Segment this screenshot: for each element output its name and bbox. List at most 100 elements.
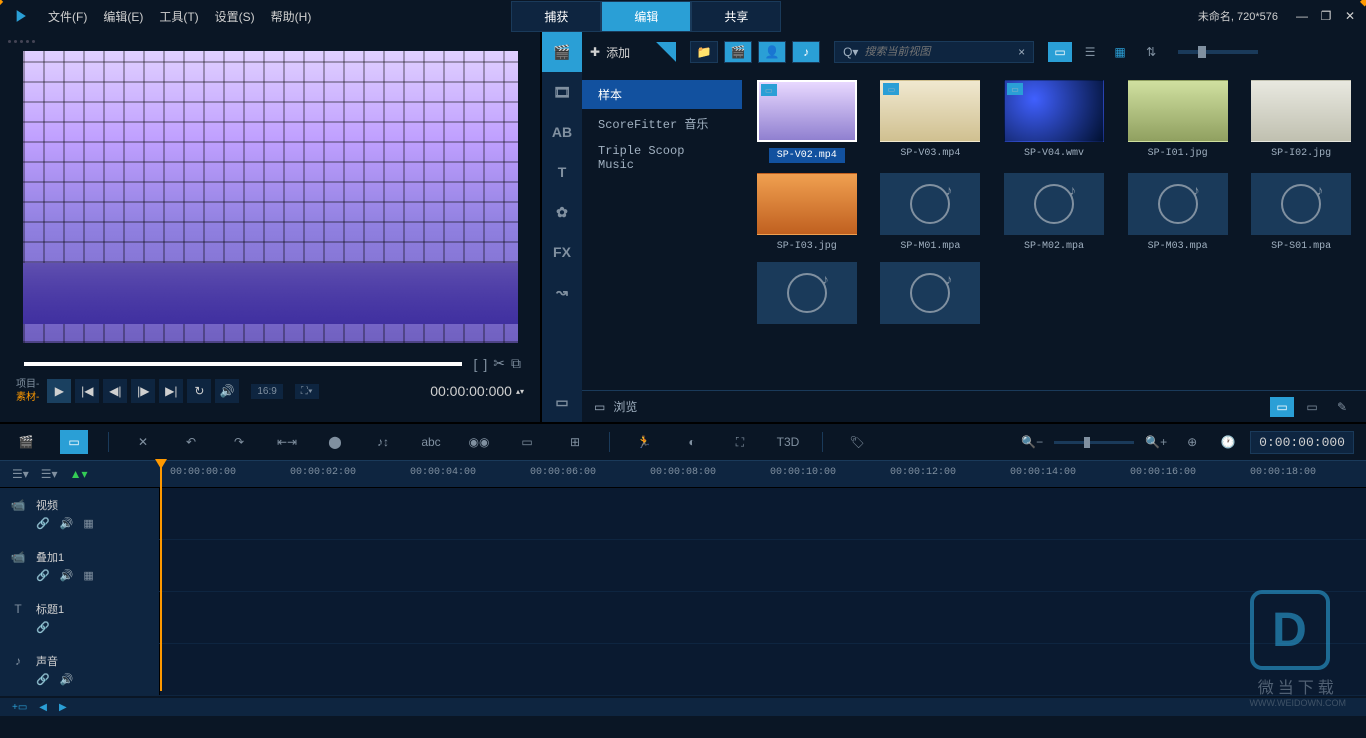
track-content[interactable] [160, 540, 1366, 591]
aspect-dropdown[interactable]: 16:9 [251, 384, 282, 399]
preview-timecode[interactable]: 00:00:00:000▴▾ [430, 383, 524, 399]
redo-button[interactable]: ↷ [225, 430, 253, 454]
sort-button[interactable]: ⇅ [1146, 45, 1156, 59]
clear-search-button[interactable]: × [1018, 45, 1025, 59]
playhead[interactable] [160, 461, 162, 691]
thumbnail-zoom-slider[interactable] [1178, 50, 1258, 54]
lib-transitions-button[interactable]: 🎞 [542, 72, 582, 112]
lib-browse-toggle[interactable]: ▭ [542, 382, 582, 422]
chapter-button[interactable]: ▭ [513, 430, 541, 454]
next-frame-button[interactable]: |▶ [131, 379, 155, 403]
tree-triplescoop[interactable]: Triple Scoop Music [582, 138, 742, 178]
video-filter[interactable]: 🎬 [724, 41, 752, 63]
zoom-out-button[interactable]: 🔍− [1018, 430, 1046, 454]
browse-button[interactable]: ▭浏览 [594, 398, 637, 415]
track-audio-button[interactable]: 🔊 [60, 569, 74, 582]
close-button[interactable]: ✕ [1342, 8, 1358, 24]
media-item[interactable]: ▭SP-V04.wmv [997, 80, 1111, 163]
lib-fx-button[interactable]: FX [542, 232, 582, 272]
crop-button[interactable]: ⛶ [726, 430, 754, 454]
record-button[interactable]: ⬤ [321, 430, 349, 454]
media-item[interactable]: SP-I01.jpg [1121, 80, 1235, 163]
track-options-1[interactable]: ☰▾ [12, 467, 29, 481]
add-media-button[interactable]: ✚添加 [590, 44, 630, 61]
timeline-ruler[interactable]: 00:00:00:0000:00:02:0000:00:04:0000:00:0… [160, 461, 1366, 487]
media-item[interactable]: SP-M01.mpa [874, 173, 988, 252]
play-button[interactable]: ▶ [47, 379, 71, 403]
fit-button[interactable]: ⊕ [1178, 430, 1206, 454]
volume-button[interactable]: 🔊 [215, 379, 239, 403]
menu-file[interactable]: 文件(F) [48, 8, 87, 25]
menu-help[interactable]: 帮助(H) [271, 8, 312, 25]
media-item[interactable] [874, 262, 988, 324]
media-item[interactable] [750, 262, 864, 324]
track-header[interactable]: 📹叠加1🔗🔊▦ [0, 540, 160, 591]
loop-button[interactable]: ↻ [187, 379, 211, 403]
track-add-button[interactable]: ▲▾ [70, 467, 88, 481]
minimize-button[interactable]: — [1294, 8, 1310, 24]
track-content[interactable] [160, 644, 1366, 695]
motion-button[interactable]: 🏃 [630, 430, 658, 454]
track-audio-button[interactable]: 🔊 [60, 517, 74, 530]
seek-bar[interactable] [24, 362, 462, 366]
search-input[interactable] [864, 46, 1012, 58]
view-large-button[interactable]: ▭ [1048, 42, 1072, 62]
view-list-button[interactable]: ☰ [1078, 42, 1102, 62]
media-item[interactable]: SP-M03.mpa [1121, 173, 1235, 252]
lib-titles-button[interactable]: AB [542, 112, 582, 152]
clock-button[interactable]: 🕐 [1214, 430, 1242, 454]
maximize-button[interactable]: ❐ [1318, 8, 1334, 24]
goto-end-button[interactable]: ▶| [159, 379, 183, 403]
grid-button[interactable]: ⊞ [561, 430, 589, 454]
panel-layout-2[interactable]: ▭ [1300, 397, 1324, 417]
track-grid-button[interactable]: ▦ [83, 569, 93, 582]
zoom-in-button[interactable]: 🔍+ [1142, 430, 1170, 454]
track-header[interactable]: 📹视频🔗🔊▦ [0, 488, 160, 539]
mark-out-button[interactable]: ] [483, 356, 487, 372]
resize-dropdown[interactable]: ⛶▾ [295, 384, 319, 399]
3d-title-button[interactable]: T3D [774, 430, 802, 454]
track-link-button[interactable]: 🔗 [36, 673, 50, 686]
menu-settings[interactable]: 设置(S) [215, 8, 255, 25]
tree-scorefitter[interactable]: ScoreFitter 音乐 [582, 109, 742, 138]
scroll-right-button[interactable]: ▶ [59, 702, 67, 713]
media-item[interactable]: SP-I02.jpg [1244, 80, 1358, 163]
goto-start-button[interactable]: |◀ [75, 379, 99, 403]
mark-in-handle[interactable]: ◆ [0, 0, 6, 6]
undo-button[interactable]: ↶ [177, 430, 205, 454]
media-item[interactable]: ▭SP-V03.mp4 [874, 80, 988, 163]
track-link-button[interactable]: 🔗 [36, 569, 50, 582]
media-item[interactable]: SP-M02.mpa [997, 173, 1111, 252]
view-grid-button[interactable]: ▦ [1108, 42, 1132, 62]
marker-button[interactable]: 🏷 [843, 430, 871, 454]
tab-edit[interactable]: 编辑 [601, 1, 691, 32]
track-link-button[interactable]: 🔗 [36, 517, 50, 530]
prev-frame-button[interactable]: ◀| [103, 379, 127, 403]
lib-paths-button[interactable]: ↝ [542, 272, 582, 312]
timeline-timecode[interactable]: 0:00:00:000 [1250, 431, 1354, 454]
track-header[interactable]: T标题1🔗 [0, 592, 160, 643]
pin-icon[interactable] [656, 42, 676, 62]
track-grid-button[interactable]: ▦ [83, 517, 93, 530]
media-item[interactable]: SP-S01.mpa [1244, 173, 1358, 252]
folder-filter[interactable]: 📁 [690, 41, 718, 63]
photo-filter[interactable]: 👤 [758, 41, 786, 63]
track-header[interactable]: ♪声音🔗🔊 [0, 644, 160, 695]
lib-media-button[interactable]: 🎬 [542, 32, 582, 72]
timeline-zoom-slider[interactable] [1054, 441, 1134, 444]
media-item[interactable]: SP-I03.jpg [750, 173, 864, 252]
panel-edit-button[interactable]: ✎ [1330, 397, 1354, 417]
snapshot-button[interactable]: ⧉ [511, 355, 521, 372]
menu-tools[interactable]: 工具(T) [159, 8, 198, 25]
track-audio-button[interactable]: 🔊 [60, 673, 74, 686]
overlap-button[interactable]: ◉◉ [465, 430, 493, 454]
track-link-button[interactable]: 🔗 [36, 621, 50, 634]
lib-text-button[interactable]: T [542, 152, 582, 192]
mask-button[interactable]: ◐ [678, 430, 706, 454]
tools-button[interactable]: ✕ [129, 430, 157, 454]
track-content[interactable] [160, 488, 1366, 539]
tab-capture[interactable]: 捕获 [511, 1, 601, 32]
mark-in-button[interactable]: [ [473, 356, 477, 372]
lib-graphics-button[interactable]: ✿ [542, 192, 582, 232]
tab-share[interactable]: 共享 [691, 1, 781, 32]
